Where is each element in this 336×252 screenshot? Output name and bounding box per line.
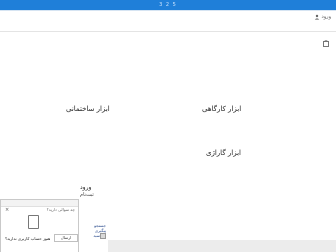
chat-question: چه سوالی دارید؟	[46, 207, 75, 212]
side-action-stack: جستجو پیگیری سبد	[80, 223, 106, 239]
cart-icon[interactable]	[323, 40, 329, 47]
login-title[interactable]: ورود	[80, 184, 91, 191]
login-label: ورود	[321, 14, 331, 20]
header-divider	[0, 31, 336, 32]
chat-panel: × چه سوالی دارید؟ هنوز حساب کاربری نداری…	[0, 199, 79, 252]
category-workshop-tools[interactable]: ابزار کارگاهی	[202, 105, 241, 113]
bottom-strip	[108, 240, 336, 252]
chat-message-box[interactable]	[28, 215, 39, 229]
category-garage-tools[interactable]: ابزار گاراژی	[206, 149, 241, 157]
category-structural-tools[interactable]: ابزار ساختمانی	[66, 105, 110, 113]
top-navigation-bar: 3 2 5	[0, 0, 336, 10]
chat-prompt[interactable]: هنوز حساب کاربری ندارید؟	[5, 236, 50, 241]
chat-close-button[interactable]: ×	[5, 207, 9, 213]
chat-send-button[interactable]: ارسال	[54, 234, 78, 242]
register-link[interactable]: ثبت‌نام	[80, 192, 94, 198]
side-action-cart[interactable]: سبد	[80, 233, 106, 239]
chat-header	[1, 200, 78, 207]
user-icon	[314, 14, 320, 20]
topbar-underline	[0, 10, 336, 11]
top-nav-items[interactable]: 3 2 5	[0, 0, 336, 10]
login-link[interactable]: ورود	[314, 14, 331, 20]
side-cart-icon	[100, 233, 106, 239]
